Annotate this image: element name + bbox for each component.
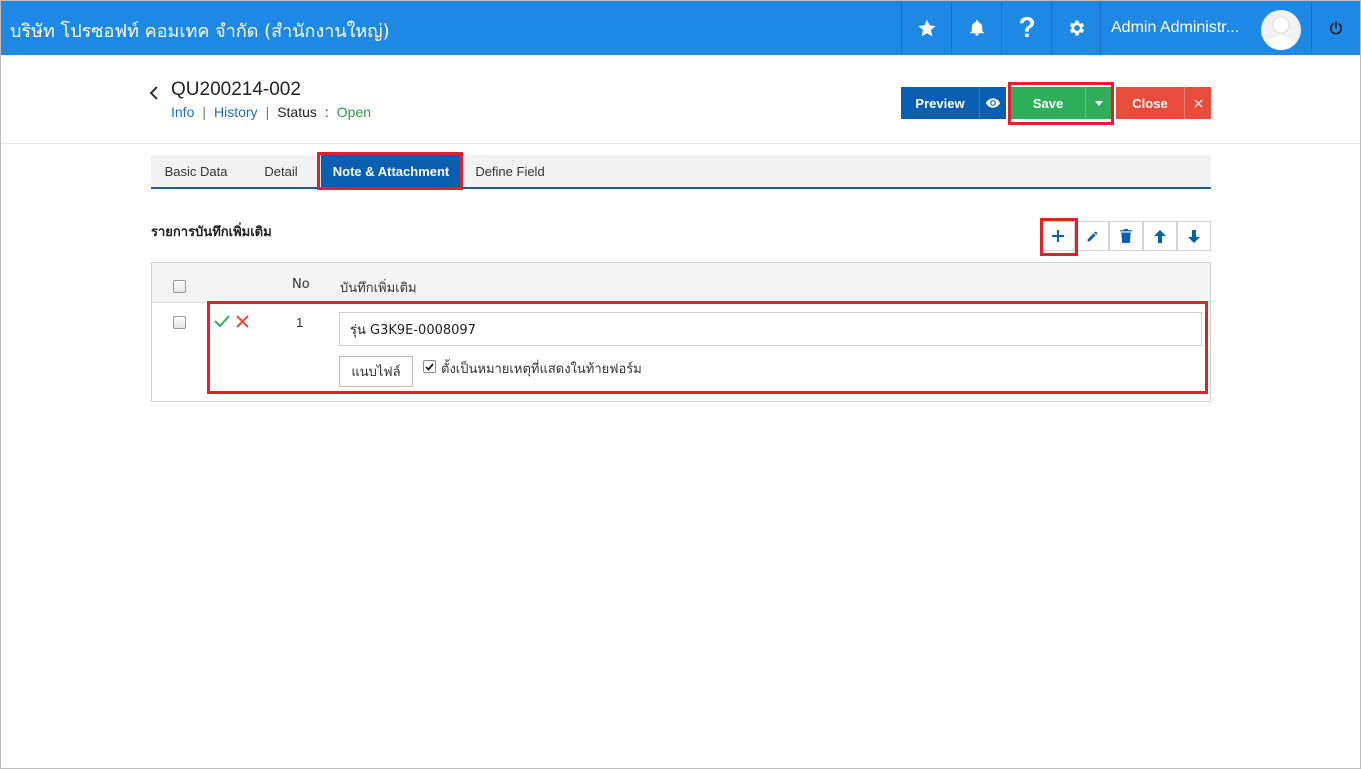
column-no: No [292,277,310,292]
column-note: บันทึกเพิ่มเติม [340,281,417,296]
close-icon [236,315,249,328]
trash-icon [1120,229,1132,243]
notifications-button[interactable] [951,1,1001,55]
table-header: No บันทึกเพิ่มเติม [152,263,1210,303]
user-avatar-icon [1266,16,1296,50]
meta-separator: | [265,104,270,120]
tab-detail[interactable]: Detail [251,155,311,187]
check-icon [214,315,230,328]
select-all-checkbox[interactable] [173,280,186,293]
star-icon [917,19,936,37]
save-dropdown-button[interactable] [1085,87,1111,119]
tab-define-field[interactable]: Define Field [471,155,549,187]
arrow-down-icon [1188,229,1200,243]
document-number: QU200214-002 [171,79,301,100]
power-icon [1330,21,1342,35]
info-link[interactable]: Info [171,104,194,120]
status-label: Status [277,104,317,120]
preview-eye-button[interactable] [979,87,1006,119]
header-divider [1,143,1360,144]
show-in-footer-checkbox[interactable] [423,360,436,373]
pencil-icon [1087,231,1097,241]
notes-section-title: รายการบันทึกเพิ่มเติม [151,225,272,240]
avatar[interactable] [1261,10,1301,50]
checkmark-icon [425,362,434,371]
cancel-row-button[interactable] [236,313,249,332]
caret-down-icon [1094,100,1103,106]
confirm-row-button[interactable] [214,313,230,332]
delete-note-button[interactable] [1109,221,1143,251]
note-input[interactable] [339,312,1202,346]
favorites-button[interactable] [901,1,951,55]
tab-basic-data[interactable]: Basic Data [151,155,241,187]
settings-button[interactable] [1051,1,1101,55]
save-button[interactable]: Save [1011,87,1085,119]
username-label: Admin Administr... [1111,19,1240,36]
row-checkbox[interactable] [173,316,186,329]
meta-separator: | [202,104,206,120]
logout-button[interactable] [1311,1,1360,55]
document-meta: Info | History | Status : Open [171,104,371,120]
notes-table: No บันทึกเพิ่มเติม 1 แนบไฟล์ ตั้งเป็นหมา… [151,262,1211,402]
chevron-left-icon [149,86,158,100]
preview-button[interactable]: Preview [901,87,979,119]
close-x-button[interactable] [1184,87,1211,119]
top-bar: บริษัท โปรซอฟท์ คอมเทค จำกัด (สำนักงานให… [1,1,1360,55]
move-up-button[interactable] [1143,221,1177,251]
history-link[interactable]: History [214,104,258,120]
attach-file-button[interactable]: แนบไฟล์ [339,356,413,387]
tab-bar: Basic Data Detail Note & Attachment Defi… [151,155,1211,189]
eye-icon [986,98,1000,108]
status-badge: Open [336,104,372,120]
close-icon [1193,98,1203,108]
show-in-footer-label: ตั้งเป็นหมายเหตุที่แสดงในท้ายฟอร์ม [441,362,642,377]
move-down-button[interactable] [1177,221,1211,251]
gear-icon [1069,20,1084,36]
edit-note-button[interactable] [1075,221,1109,251]
plus-icon [1052,230,1064,242]
arrow-up-icon [1154,229,1166,243]
help-button[interactable] [1001,1,1051,55]
tab-note-attachment[interactable]: Note & Attachment [321,155,461,187]
back-button[interactable] [149,81,159,105]
company-name: บริษัท โปรซอฟท์ คอมเทค จำกัด (สำนักงานให… [10,21,390,42]
bell-icon [969,20,984,36]
help-icon [1019,17,1034,37]
status-colon: : [324,104,329,120]
close-button[interactable]: Close [1116,87,1184,119]
row-number: 1 [296,315,304,330]
add-note-button[interactable] [1041,221,1075,251]
